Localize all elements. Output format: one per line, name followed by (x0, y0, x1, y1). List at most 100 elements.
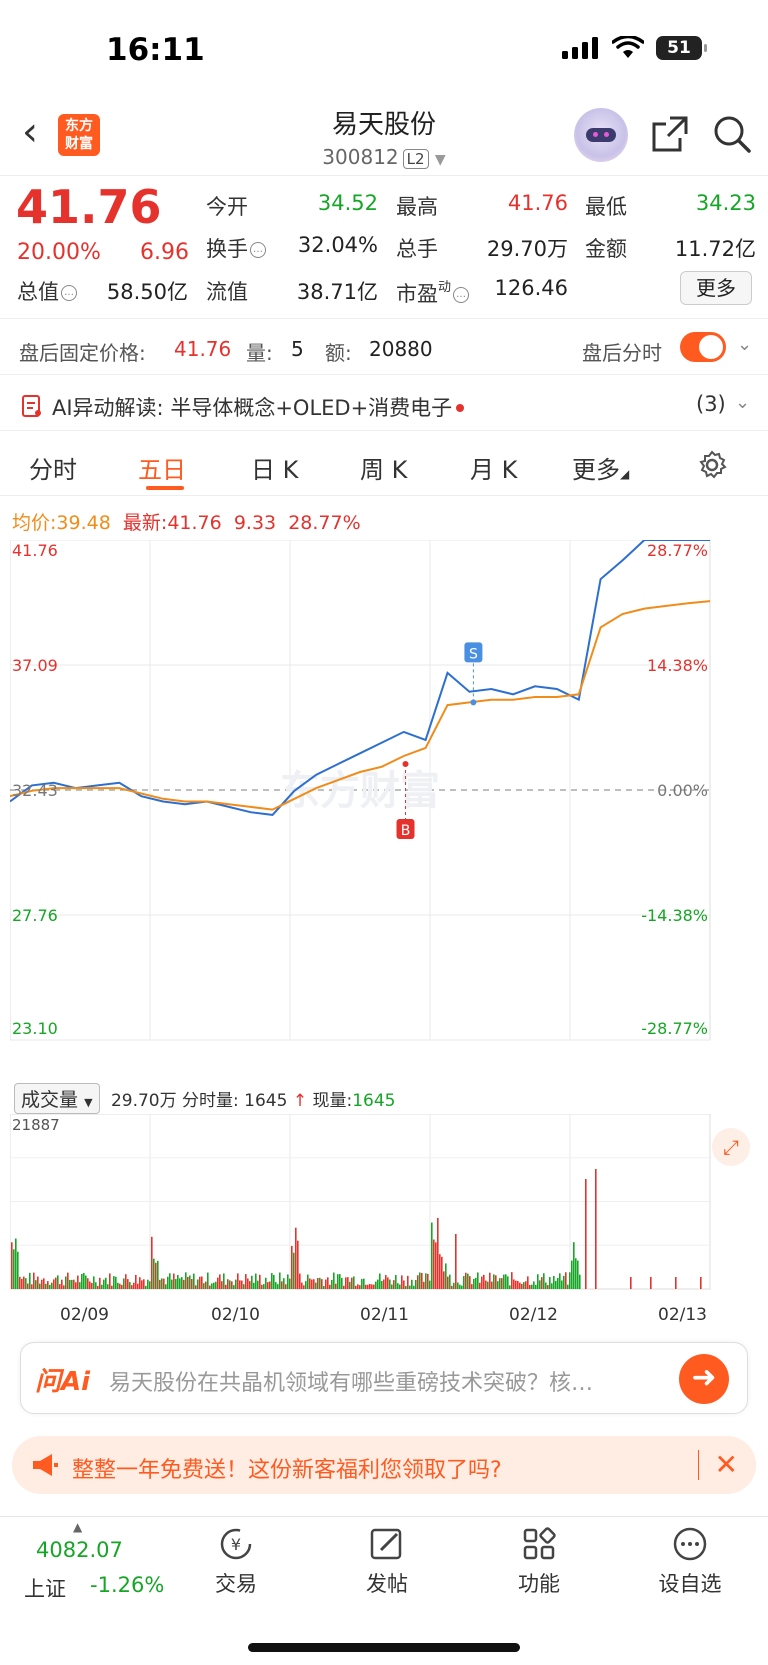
volume-bar (393, 1280, 395, 1289)
volume-bar (483, 1274, 485, 1289)
volume-label: 总手 (396, 237, 438, 261)
wifi-icon (612, 36, 644, 58)
volume-bar (357, 1284, 359, 1289)
after-hours-toggle[interactable] (680, 332, 726, 362)
amount-label: 金额 (585, 237, 627, 261)
volume-bar (251, 1275, 253, 1289)
volume-bar (561, 1280, 563, 1289)
ai-analysis-count: (3) (696, 392, 726, 416)
volume-bar (565, 1272, 567, 1289)
tab-monthly-k[interactable]: 月 K (470, 450, 517, 485)
tab-more[interactable]: 更多◢ (572, 450, 629, 485)
volume-bar (475, 1277, 477, 1289)
grid-icon (523, 1527, 556, 1560)
nav-trade[interactable]: ¥ 交易 (186, 1526, 286, 1598)
volume-bar (511, 1272, 513, 1289)
more-button[interactable]: 更多 (680, 271, 752, 305)
volume-bar (345, 1277, 347, 1289)
index-percent[interactable]: -1.26% (90, 1573, 164, 1597)
tab-weekly-k[interactable]: 周 K (360, 450, 407, 485)
date-label: 02/09 (60, 1305, 109, 1325)
nav-add-watchlist[interactable]: 设自选 (640, 1526, 740, 1598)
volume-bar (485, 1280, 487, 1289)
volume-bar (267, 1282, 269, 1289)
nav-functions[interactable]: 功能 (489, 1526, 589, 1598)
turnover-value: 32.04% (297, 233, 378, 257)
volume-bar (503, 1274, 505, 1289)
volume-bar (237, 1273, 239, 1289)
volume-bar (295, 1227, 297, 1289)
chevron-down-icon[interactable]: ⌄ (735, 392, 750, 413)
volume-bar (473, 1278, 475, 1289)
search-icon[interactable] (712, 114, 752, 154)
volume-bar (75, 1282, 77, 1289)
y-tick-label-right: 28.77% (647, 541, 708, 560)
pe-label[interactable]: 市盈动… (396, 276, 470, 308)
tab-daily-k[interactable]: 日 K (251, 450, 298, 485)
ai-analysis-row[interactable]: AI异动解读: 半导体概念+OLED+消费电子 (52, 392, 465, 422)
settings-gear-icon[interactable] (697, 450, 727, 480)
volume-bar (553, 1276, 555, 1289)
volume-bar (571, 1260, 573, 1289)
volume-bar (93, 1276, 95, 1289)
volume-bar (255, 1273, 257, 1289)
volume-bar (585, 1179, 587, 1289)
volume-bar (107, 1284, 109, 1289)
after-hours-amt: 20880 (369, 337, 433, 361)
volume-bar (305, 1281, 307, 1289)
index-value[interactable]: 4082.07 (36, 1538, 123, 1562)
volume-bar (85, 1275, 87, 1289)
volume-header: 成交量 ▼ 29.70万 分时量: 1645 ↑ 现量:1645 (14, 1083, 395, 1114)
volume-bar (361, 1279, 363, 1289)
ai-assistant-avatar[interactable] (574, 108, 628, 162)
volume-bar (297, 1240, 299, 1289)
ask-placeholder[interactable]: 易天股份在共晶机领域有哪些重磅技术突破？核… (109, 1365, 659, 1397)
volume-bar (547, 1285, 549, 1289)
arrow-right-icon[interactable]: ➜ (679, 1354, 729, 1404)
volume-chart[interactable]: 21887 (10, 1114, 758, 1304)
volume-bar (325, 1279, 327, 1289)
volume-bar (449, 1274, 451, 1289)
open-label: 今开 (206, 195, 248, 219)
volume-bar (271, 1273, 273, 1289)
volume-bar (223, 1273, 225, 1289)
y-tick-label-right: -28.77% (641, 1019, 708, 1038)
volume-bar (235, 1279, 237, 1289)
volume-bar (379, 1273, 381, 1289)
volume-bar (401, 1275, 403, 1289)
ai-report-icon (22, 395, 41, 417)
volume-bar (229, 1280, 231, 1289)
volume-bar (191, 1278, 193, 1289)
y-tick-label-right: 14.38% (647, 656, 708, 675)
price-chart[interactable]: 东方财富 S B 41.76 28.77% 37.09 14.38% 32.43 0.00% 27… (10, 540, 758, 1080)
chevron-down-icon[interactable]: ⌄ (737, 334, 752, 355)
volume-indicator-select[interactable]: 成交量 ▼ (14, 1083, 100, 1114)
nav-post[interactable]: 发帖 (337, 1526, 437, 1598)
volume-bar (573, 1242, 575, 1289)
volume-bar (299, 1273, 301, 1289)
volume-bar (373, 1284, 375, 1289)
index-name[interactable]: 上证 (24, 1573, 66, 1603)
turnover-label[interactable]: 换手… (206, 233, 266, 263)
tab-intraday[interactable]: 分时 (29, 450, 77, 485)
volume-bar (87, 1278, 89, 1289)
share-icon[interactable] (650, 114, 690, 154)
mktcap-label[interactable]: 总值… (17, 276, 77, 306)
promo-banner[interactable]: 整整一年免费送！这份新客福利您领取了吗? ✕ (12, 1436, 756, 1494)
tab-five-day[interactable]: 五日 (138, 450, 186, 485)
expand-icon[interactable]: ⤢ (712, 1128, 750, 1166)
status-time: 16:11 (106, 32, 205, 68)
volume-bar (471, 1284, 473, 1289)
volume-bar (77, 1275, 79, 1289)
close-icon[interactable]: ✕ (697, 1450, 738, 1480)
volume-bar (117, 1282, 119, 1289)
volume-bar (417, 1275, 419, 1289)
volume-bar (67, 1272, 69, 1289)
volume-bar (181, 1277, 183, 1289)
volume-bar (205, 1281, 207, 1289)
volume-bar (59, 1284, 61, 1289)
ai-ask-bar[interactable]: 问Ai 易天股份在共晶机领域有哪些重磅技术突破？核… ➜ (20, 1342, 748, 1414)
change-amount: 6.96 (140, 240, 189, 265)
stock-code: 300812 (322, 145, 399, 169)
date-label: 02/10 (211, 1305, 260, 1325)
